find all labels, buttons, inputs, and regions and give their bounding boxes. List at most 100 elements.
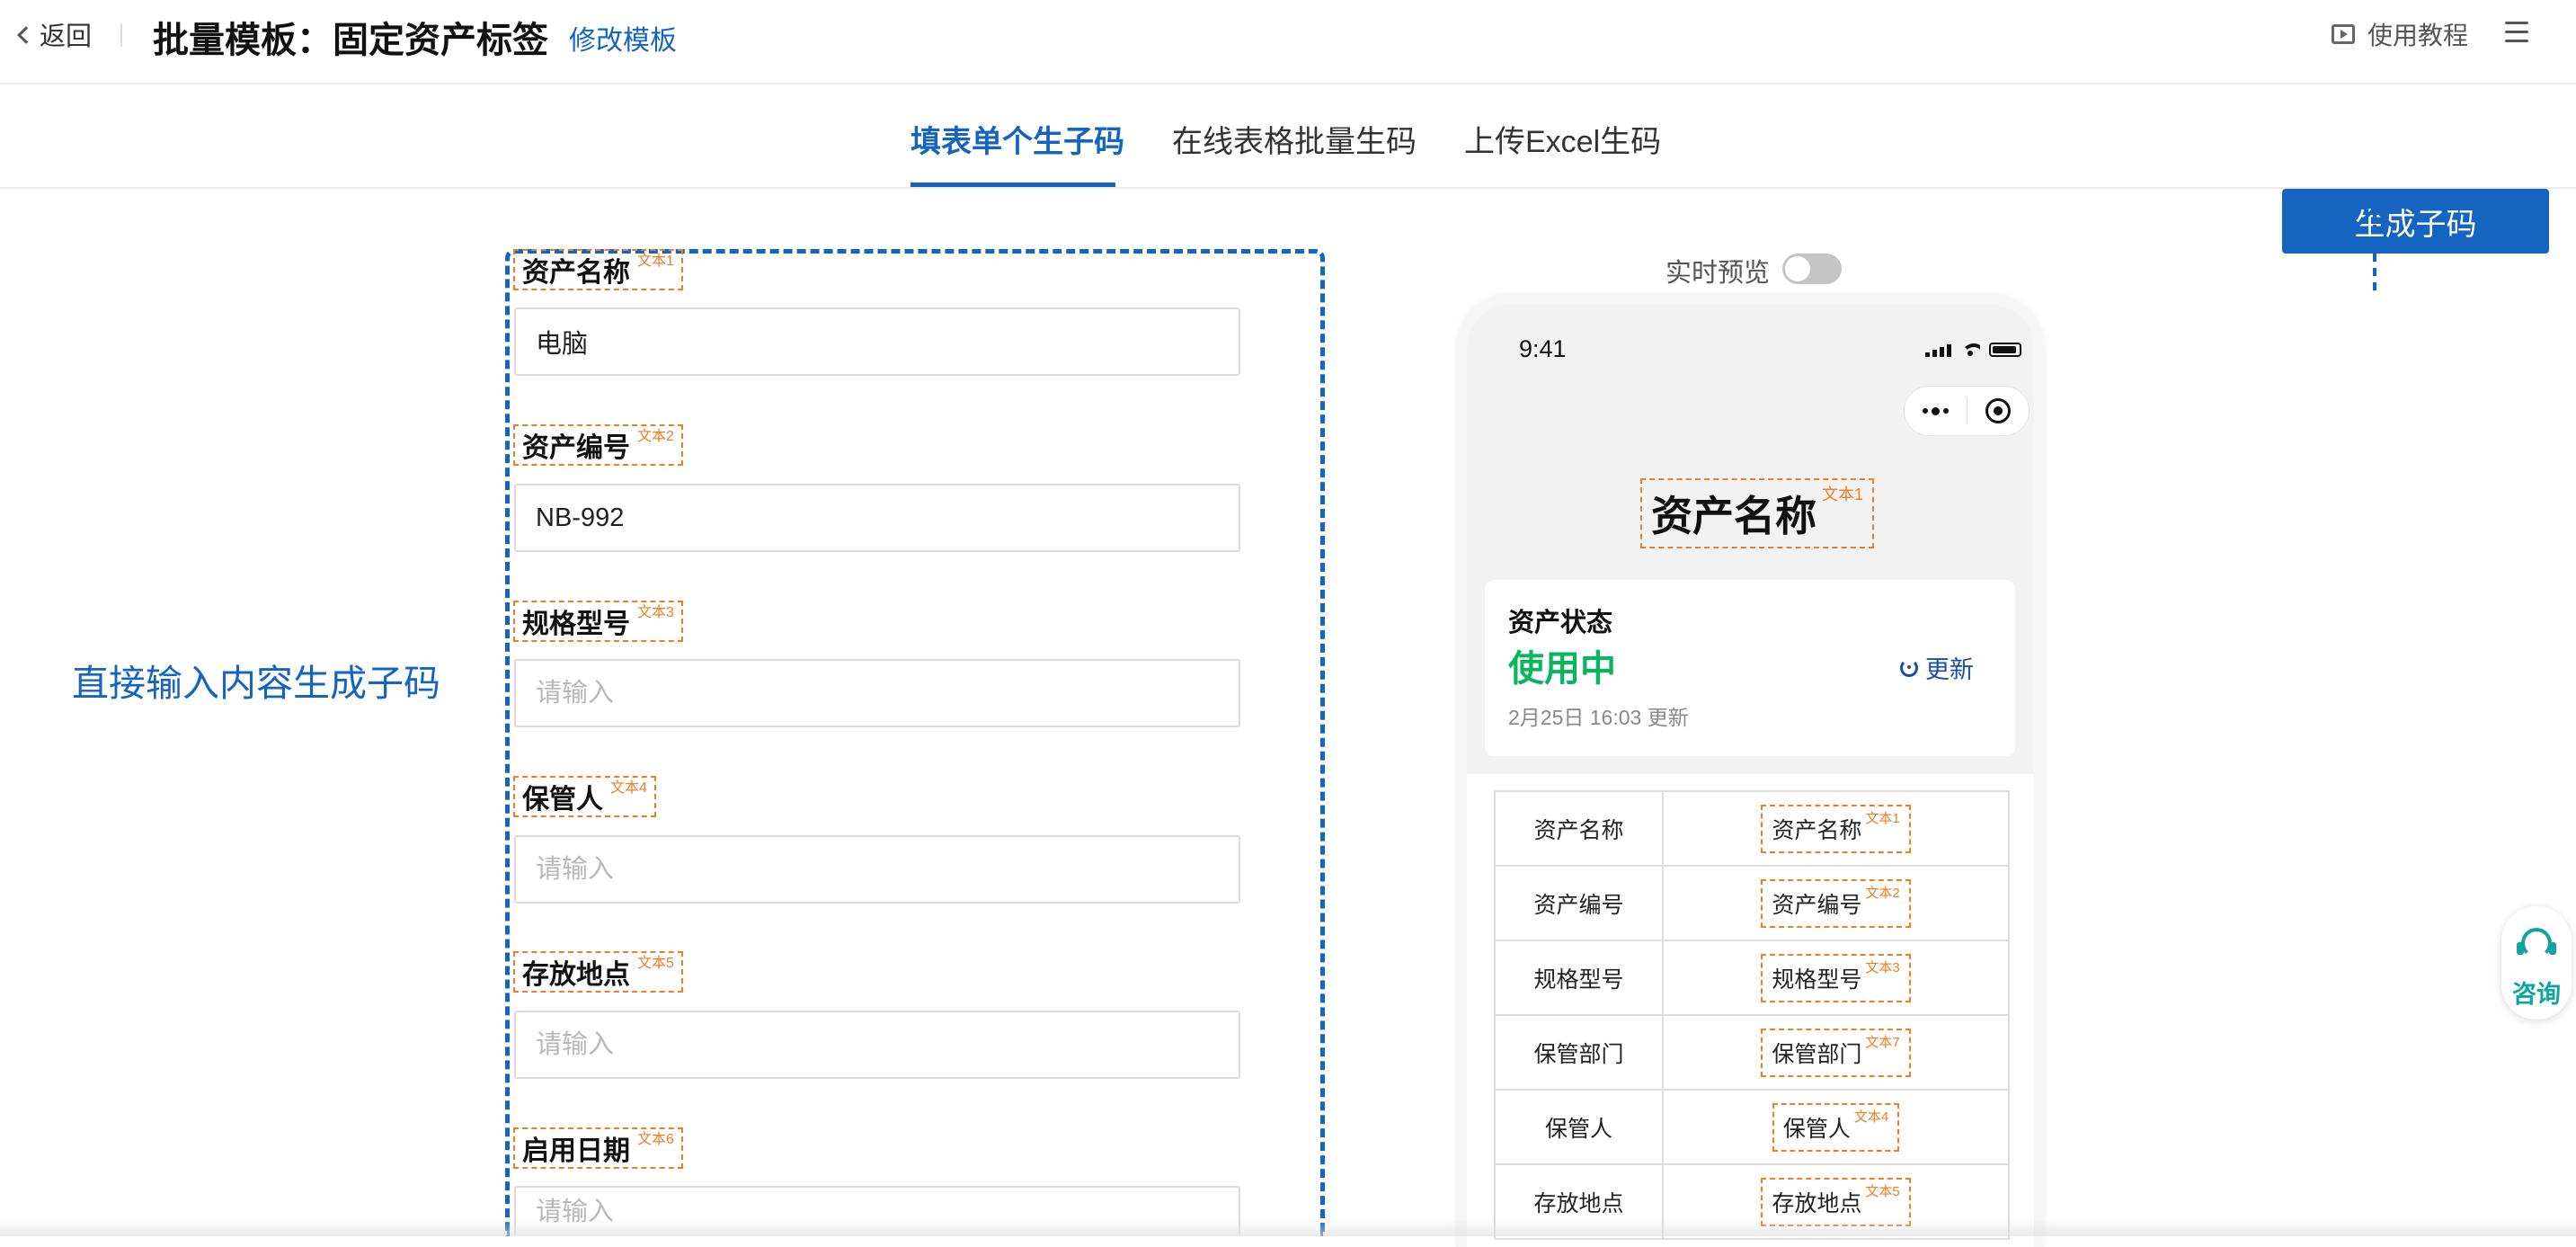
realtime-preview-label: 实时预览 (1666, 259, 1771, 288)
field-tag: 文本5 (1865, 1184, 1900, 1199)
back-label: 返回 (40, 22, 93, 51)
tab-single-form[interactable]: 填表单个生子码 (910, 117, 1124, 161)
tutorial-label: 使用教程 (2367, 22, 2469, 49)
field-tag: 文本6 (637, 1132, 674, 1147)
table-row: 资产名称 资产名称 文本1 (1494, 790, 2010, 867)
field-tag: 文本2 (1865, 886, 1900, 901)
table-value-tag: 资产名称 文本1 (1761, 804, 1911, 853)
field-label-text: 规格型号 (522, 610, 630, 639)
asset-name-input[interactable] (514, 307, 1240, 376)
realtime-preview-toggle[interactable] (1782, 254, 1842, 284)
more-icon[interactable] (1905, 406, 1967, 415)
field-label-model: 规格型号 文本3 (513, 601, 683, 642)
back-button[interactable]: 返回 (17, 16, 93, 52)
refresh-label: 更新 (1925, 656, 1974, 683)
dashed-up-arrow-icon (2357, 207, 2393, 297)
field-tag: 文本7 (1865, 1035, 1900, 1050)
model-input[interactable] (514, 659, 1240, 727)
tab-online-table[interactable]: 在线表格批量生码 (1172, 117, 1417, 161)
table-key: 资产编号 (1494, 865, 1664, 941)
phone-title-text: 资产名称 (1651, 493, 1817, 539)
wifi-icon (1960, 343, 1980, 357)
table-value-tag: 保管部门 文本7 (1761, 1028, 1911, 1077)
field-tag: 文本4 (610, 780, 647, 796)
tab-upload-excel[interactable]: 上传Excel生码 (1464, 117, 1661, 161)
field-tag: 文本1 (1822, 485, 1864, 503)
field-tag: 文本2 (637, 429, 674, 444)
table-row: 资产编号 资产编号 文本2 (1494, 865, 2010, 941)
page-title: 批量模板：固定资产标签 (153, 21, 548, 60)
asset-status-card: 资产状态 使用中 2月25日 16:03 更新 更新 (1485, 580, 2015, 756)
phone-preview: 9:41 资产名称文本1 资产状态 使用中 2月25日 16:03 更新 更新 (1456, 294, 2045, 1247)
table-row: 保管人 保管人 文本4 (1494, 1089, 2010, 1165)
field-tag: 文本3 (1865, 960, 1900, 975)
field-label-asset-name: 资产名称 文本1 (513, 249, 683, 290)
custodian-input[interactable] (514, 835, 1240, 904)
field-label-start-date: 启用日期 文本6 (513, 1127, 683, 1169)
consult-button[interactable]: 咨询 (2501, 906, 2572, 1020)
asset-number-input[interactable] (514, 484, 1240, 552)
close-target-icon[interactable] (1968, 398, 2030, 423)
toggle-knob (1785, 256, 1810, 281)
generate-subcode-button[interactable]: 生成子码 (2282, 189, 2549, 254)
table-key: 保管人 (1494, 1089, 1664, 1165)
top-header: 返回 批量模板：固定资产标签 修改模板 使用教程 (0, 0, 2576, 85)
field-label-location: 存放地点 文本5 (513, 951, 683, 993)
status-updated-time: 2月25日 16:03 更新 (1508, 706, 1689, 729)
table-key: 规格型号 (1494, 940, 1664, 1016)
field-tag: 文本4 (1853, 1109, 1889, 1125)
battery-icon (1989, 343, 2021, 357)
header-divider (120, 23, 122, 47)
table-value-cell: 资产名称 文本1 (1662, 790, 2010, 867)
video-tutorial-icon (2332, 24, 2355, 44)
table-value: 存放地点 (1772, 1190, 1862, 1216)
table-value-tag: 规格型号 文本3 (1761, 953, 1911, 1002)
status-value: 使用中 (1508, 649, 1616, 689)
active-tab-indicator (910, 183, 1115, 187)
menu-icon[interactable] (2505, 22, 2528, 43)
refresh-icon (1900, 658, 1918, 677)
form-dashed-frame (505, 249, 1325, 1236)
table-value: 保管人 (1782, 1116, 1851, 1142)
table-value: 资产编号 (1772, 892, 1862, 918)
table-value: 保管部门 (1772, 1041, 1862, 1067)
tutorial-button[interactable]: 使用教程 (2332, 16, 2468, 52)
phone-title: 资产名称 文本1 (1640, 478, 1875, 548)
field-tag: 文本3 (637, 605, 674, 620)
table-value: 规格型号 (1772, 966, 1862, 993)
status-card-title: 资产状态 (1508, 609, 1613, 637)
bottom-fade (0, 1218, 2576, 1236)
field-tag: 文本1 (637, 254, 674, 269)
mini-program-capsule (1904, 386, 2030, 436)
signal-icon (1925, 344, 1951, 357)
table-value: 资产名称 (1772, 817, 1862, 843)
location-input[interactable] (514, 1011, 1240, 1079)
table-key: 资产名称 (1494, 790, 1664, 867)
field-tag: 文本5 (637, 956, 674, 971)
tabs-bar: 填表单个生子码 在线表格批量生码 上传Excel生码 生成子码 (0, 85, 2576, 254)
field-label-text: 启用日期 (522, 1136, 630, 1166)
table-row: 规格型号 规格型号 文本3 (1494, 940, 2010, 1016)
refresh-button[interactable]: 更新 (1900, 650, 1974, 685)
field-label-text: 资产名称 (522, 258, 630, 288)
table-value-cell: 资产编号 文本2 (1662, 865, 2010, 941)
consult-label: 咨询 (2512, 981, 2561, 1008)
hint-text: 直接输入内容生成子码 (72, 663, 440, 704)
table-value-tag: 保管人 文本4 (1772, 1102, 1900, 1152)
table-value-tag: 资产编号 文本2 (1761, 878, 1911, 928)
field-label-text: 存放地点 (522, 960, 630, 990)
edit-template-link[interactable]: 修改模板 (569, 18, 677, 58)
table-row: 保管部门 保管部门 文本7 (1494, 1014, 2010, 1091)
field-label-text: 资产编号 (522, 433, 630, 463)
status-bar-time: 9:41 (1519, 335, 1567, 362)
field-tag: 文本1 (1865, 811, 1900, 826)
headset-icon (2517, 928, 2556, 958)
table-value-cell: 规格型号 文本3 (1662, 940, 2010, 1016)
field-label-asset-number: 资产编号 文本2 (513, 424, 683, 466)
table-value-cell: 保管人 文本4 (1662, 1089, 2010, 1165)
chevron-left-icon (17, 26, 35, 44)
asset-info-table: 资产名称 资产名称 文本1 资产编号 资产编号 文本2 规格型号 规格型号 文本3 保… (1494, 790, 2010, 1240)
field-label-custodian: 保管人 文本4 (513, 776, 656, 817)
table-value-cell: 保管部门 文本7 (1662, 1014, 2010, 1091)
table-key: 保管部门 (1494, 1014, 1664, 1091)
